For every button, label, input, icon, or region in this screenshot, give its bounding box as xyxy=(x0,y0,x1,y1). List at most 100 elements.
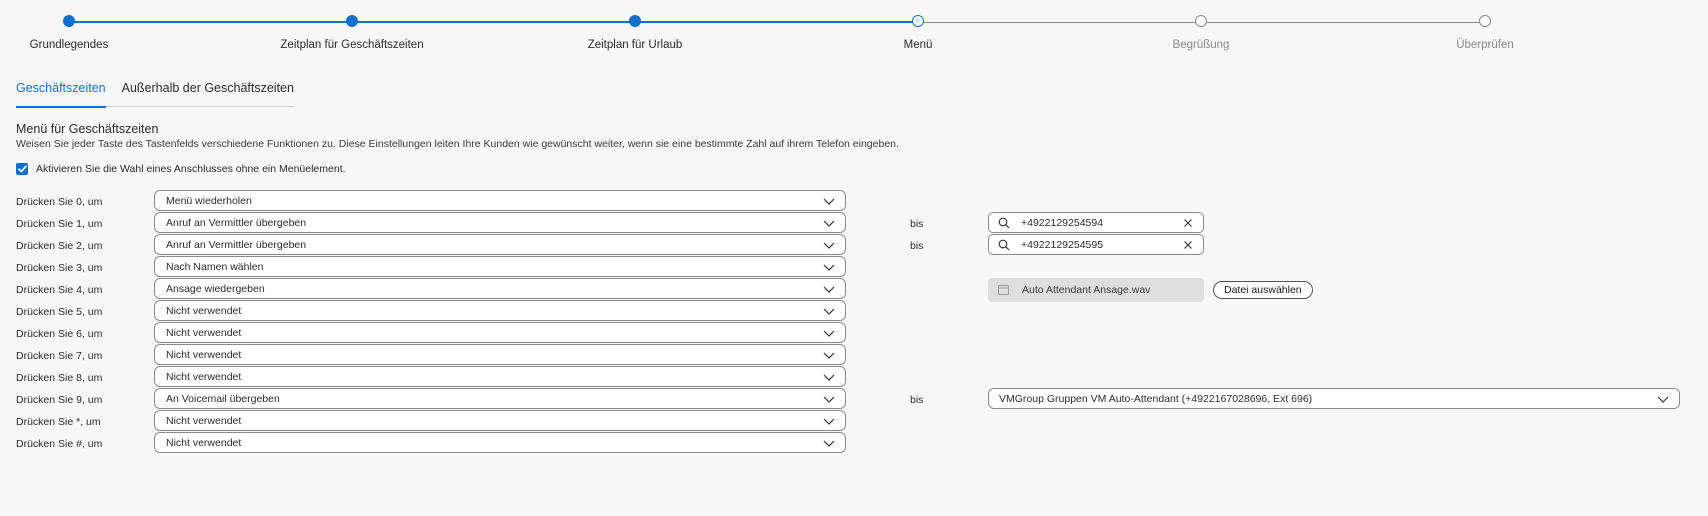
search-icon xyxy=(998,217,1010,229)
key-row-5: Drücken Sie 5, um Nicht verwendet xyxy=(0,300,1708,322)
chevron-down-icon xyxy=(823,440,835,447)
step-label: Zeitplan für Geschäftszeiten xyxy=(280,39,424,51)
key-label: Drücken Sie 3, um xyxy=(16,262,103,274)
stepper-connector xyxy=(69,21,352,23)
key-row-6: Drücken Sie 6, um Nicht verwendet xyxy=(0,322,1708,344)
key-row-1: Drücken Sie 1, um Anruf an Vermittler üb… xyxy=(0,212,1708,234)
chevron-down-icon xyxy=(823,220,835,227)
key-3-action-select[interactable]: Nach Namen wählen xyxy=(154,256,846,277)
key-row-9: Drücken Sie 9, um An Voicemail übergeben… xyxy=(0,388,1708,410)
key-8-action-select[interactable]: Nicht verwendet xyxy=(154,366,846,387)
key-0-action-select[interactable]: Menü wiederholen xyxy=(154,190,846,211)
progress-stepper: Grundlegendes Zeitplan für Geschäftszeit… xyxy=(0,0,1708,60)
file-name: Auto Attendant Ansage.wav xyxy=(1022,284,1151,296)
select-value: Anruf an Vermittler übergeben xyxy=(166,239,307,251)
key-2-action-select[interactable]: Anruf an Vermittler übergeben xyxy=(154,234,846,255)
step-label: Begrüßung xyxy=(1172,39,1230,51)
search-value: +4922129254595 xyxy=(1021,239,1104,251)
select-value: Nicht verwendet xyxy=(166,415,242,427)
chevron-down-icon xyxy=(823,198,835,205)
select-value: Nicht verwendet xyxy=(166,437,242,449)
key-5-action-select[interactable]: Nicht verwendet xyxy=(154,300,846,321)
step-complete-dot xyxy=(346,15,358,27)
file-icon xyxy=(998,285,1009,295)
key-label: Drücken Sie 2, um xyxy=(16,240,103,252)
enable-extension-dialing-checkbox[interactable] xyxy=(16,163,28,175)
key-row-star: Drücken Sie *, um Nicht verwendet xyxy=(0,410,1708,432)
key-7-action-select[interactable]: Nicht verwendet xyxy=(154,344,846,365)
step-pending-dot xyxy=(1195,15,1207,27)
select-value: VMGroup Gruppen VM Auto-Attendant (+4922… xyxy=(999,393,1313,405)
section-title: Menü für Geschäftszeiten xyxy=(16,122,159,136)
key-label: Drücken Sie 8, um xyxy=(16,372,103,384)
chevron-down-icon xyxy=(823,396,835,403)
step-current-dot xyxy=(912,15,924,27)
tab-geschaeftszeiten[interactable]: Geschäftszeiten xyxy=(16,80,106,108)
bis-label: bis xyxy=(910,218,924,230)
key-row-7: Drücken Sie 7, um Nicht verwendet xyxy=(0,344,1708,366)
key-label: Drücken Sie 0, um xyxy=(16,196,103,208)
key-2-number-search[interactable]: +4922129254595 xyxy=(988,234,1204,255)
key-label: Drücken Sie 4, um xyxy=(16,284,103,296)
select-value: Nicht verwendet xyxy=(166,327,242,339)
bis-label: bis xyxy=(910,394,924,406)
announcement-file-field: Auto Attendant Ansage.wav xyxy=(988,278,1204,302)
search-value: +4922129254594 xyxy=(1021,217,1104,229)
step-label: Menü xyxy=(903,39,933,51)
key-label: Drücken Sie #, um xyxy=(16,438,103,450)
chevron-down-icon xyxy=(823,264,835,271)
chevron-down-icon xyxy=(823,418,835,425)
close-icon[interactable] xyxy=(1183,240,1193,250)
chevron-down-icon xyxy=(823,352,835,359)
section-description: Weisen Sie jeder Taste des Tastenfelds v… xyxy=(16,138,899,150)
key-label: Drücken Sie 9, um xyxy=(16,394,103,406)
key-row-8: Drücken Sie 8, um Nicht verwendet xyxy=(0,366,1708,388)
key-1-action-select[interactable]: Anruf an Vermittler übergeben xyxy=(154,212,846,233)
key-row-0: Drücken Sie 0, um Menü wiederholen xyxy=(0,190,1708,212)
checkbox-label: Aktivieren Sie die Wahl eines Anschlusse… xyxy=(36,163,346,175)
extension-dialing-option: Aktivieren Sie die Wahl eines Anschlusse… xyxy=(16,163,346,175)
key-1-number-search[interactable]: +4922129254594 xyxy=(988,212,1204,233)
key-9-voicemail-select[interactable]: VMGroup Gruppen VM Auto-Attendant (+4922… xyxy=(988,388,1680,409)
chevron-down-icon xyxy=(823,286,835,293)
key-star-action-select[interactable]: Nicht verwendet xyxy=(154,410,846,431)
chevron-down-icon xyxy=(823,242,835,249)
select-value: Nicht verwendet xyxy=(166,305,242,317)
key-label: Drücken Sie *, um xyxy=(16,416,101,428)
key-label: Drücken Sie 7, um xyxy=(16,350,103,362)
key-label: Drücken Sie 1, um xyxy=(16,218,103,230)
key-row-2: Drücken Sie 2, um Anruf an Vermittler üb… xyxy=(0,234,1708,256)
stepper-connector xyxy=(918,22,1201,23)
close-icon[interactable] xyxy=(1183,218,1193,228)
key-row-4: Drücken Sie 4, um Ansage wiedergeben Aut… xyxy=(0,278,1708,302)
step-label: Zeitplan für Urlaub xyxy=(587,39,683,51)
key-4-action-select[interactable]: Ansage wiedergeben xyxy=(154,278,846,299)
chevron-down-icon xyxy=(823,330,835,337)
key-row-3: Drücken Sie 3, um Nach Namen wählen xyxy=(0,256,1708,278)
key-6-action-select[interactable]: Nicht verwendet xyxy=(154,322,846,343)
key-row-hash: Drücken Sie #, um Nicht verwendet xyxy=(0,432,1708,454)
key-label: Drücken Sie 6, um xyxy=(16,328,103,340)
select-value: Menü wiederholen xyxy=(166,195,252,207)
bis-label: bis xyxy=(910,240,924,252)
select-value: An Voicemail übergeben xyxy=(166,393,280,405)
key-hash-action-select[interactable]: Nicht verwendet xyxy=(154,432,846,453)
select-value: Nicht verwendet xyxy=(166,371,242,383)
tab-bar: Geschäftszeiten Außerhalb der Geschäftsz… xyxy=(16,80,294,108)
select-value: Anruf an Vermittler übergeben xyxy=(166,217,307,229)
key-9-action-select[interactable]: An Voicemail übergeben xyxy=(154,388,846,409)
select-value: Nicht verwendet xyxy=(166,349,242,361)
select-value: Nach Namen wählen xyxy=(166,261,264,273)
select-value: Ansage wiedergeben xyxy=(166,283,265,295)
stepper-connector xyxy=(1201,22,1485,23)
step-complete-dot xyxy=(629,15,641,27)
step-pending-dot xyxy=(1479,15,1491,27)
check-icon xyxy=(17,165,27,173)
chevron-down-icon xyxy=(1657,396,1669,403)
tab-ausserhalb-geschaeftszeiten[interactable]: Außerhalb der Geschäftszeiten xyxy=(122,80,294,106)
chevron-down-icon xyxy=(823,374,835,381)
choose-file-button[interactable]: Datei auswählen xyxy=(1213,281,1313,299)
chevron-down-icon xyxy=(823,308,835,315)
step-complete-dot xyxy=(63,15,75,27)
key-label: Drücken Sie 5, um xyxy=(16,306,103,318)
